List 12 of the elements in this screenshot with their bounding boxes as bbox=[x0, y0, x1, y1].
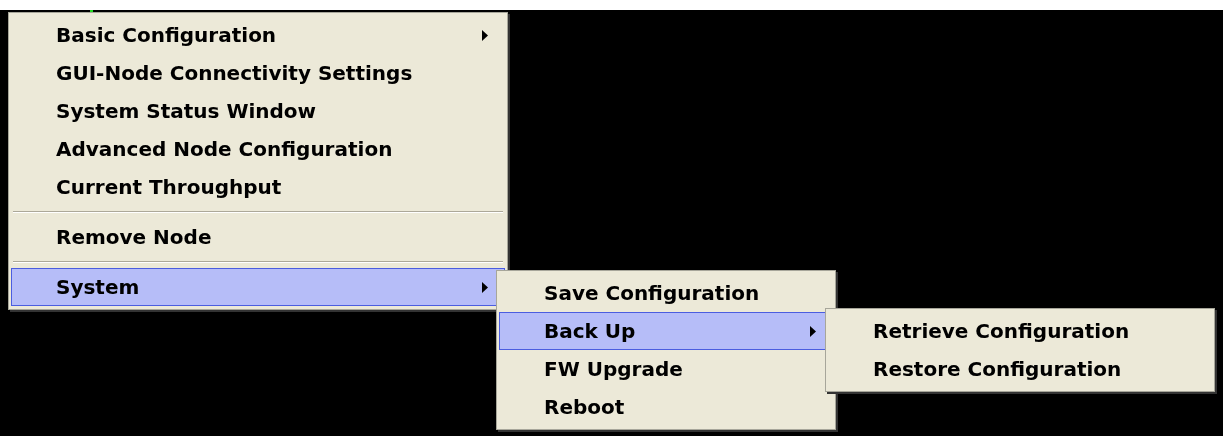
menu-item[interactable]: Advanced Node Configuration bbox=[11, 130, 505, 168]
submenu-arrow-icon bbox=[482, 281, 488, 293]
submenu-arrow-icon bbox=[482, 29, 488, 41]
submenu-arrow-icon bbox=[810, 325, 816, 337]
menu-item[interactable]: Restore Configuration bbox=[828, 350, 1212, 388]
menu-item[interactable]: GUI-Node Connectivity Settings bbox=[11, 54, 505, 92]
menu-item[interactable]: Reboot bbox=[499, 388, 833, 426]
menu-item[interactable]: Current Throughput bbox=[11, 168, 505, 206]
menu-item[interactable]: Remove Node bbox=[11, 218, 505, 256]
menu-item[interactable]: Basic Configuration bbox=[11, 16, 505, 54]
menu-item[interactable]: System Status Window bbox=[11, 92, 505, 130]
menu-item[interactable]: System bbox=[11, 268, 505, 306]
